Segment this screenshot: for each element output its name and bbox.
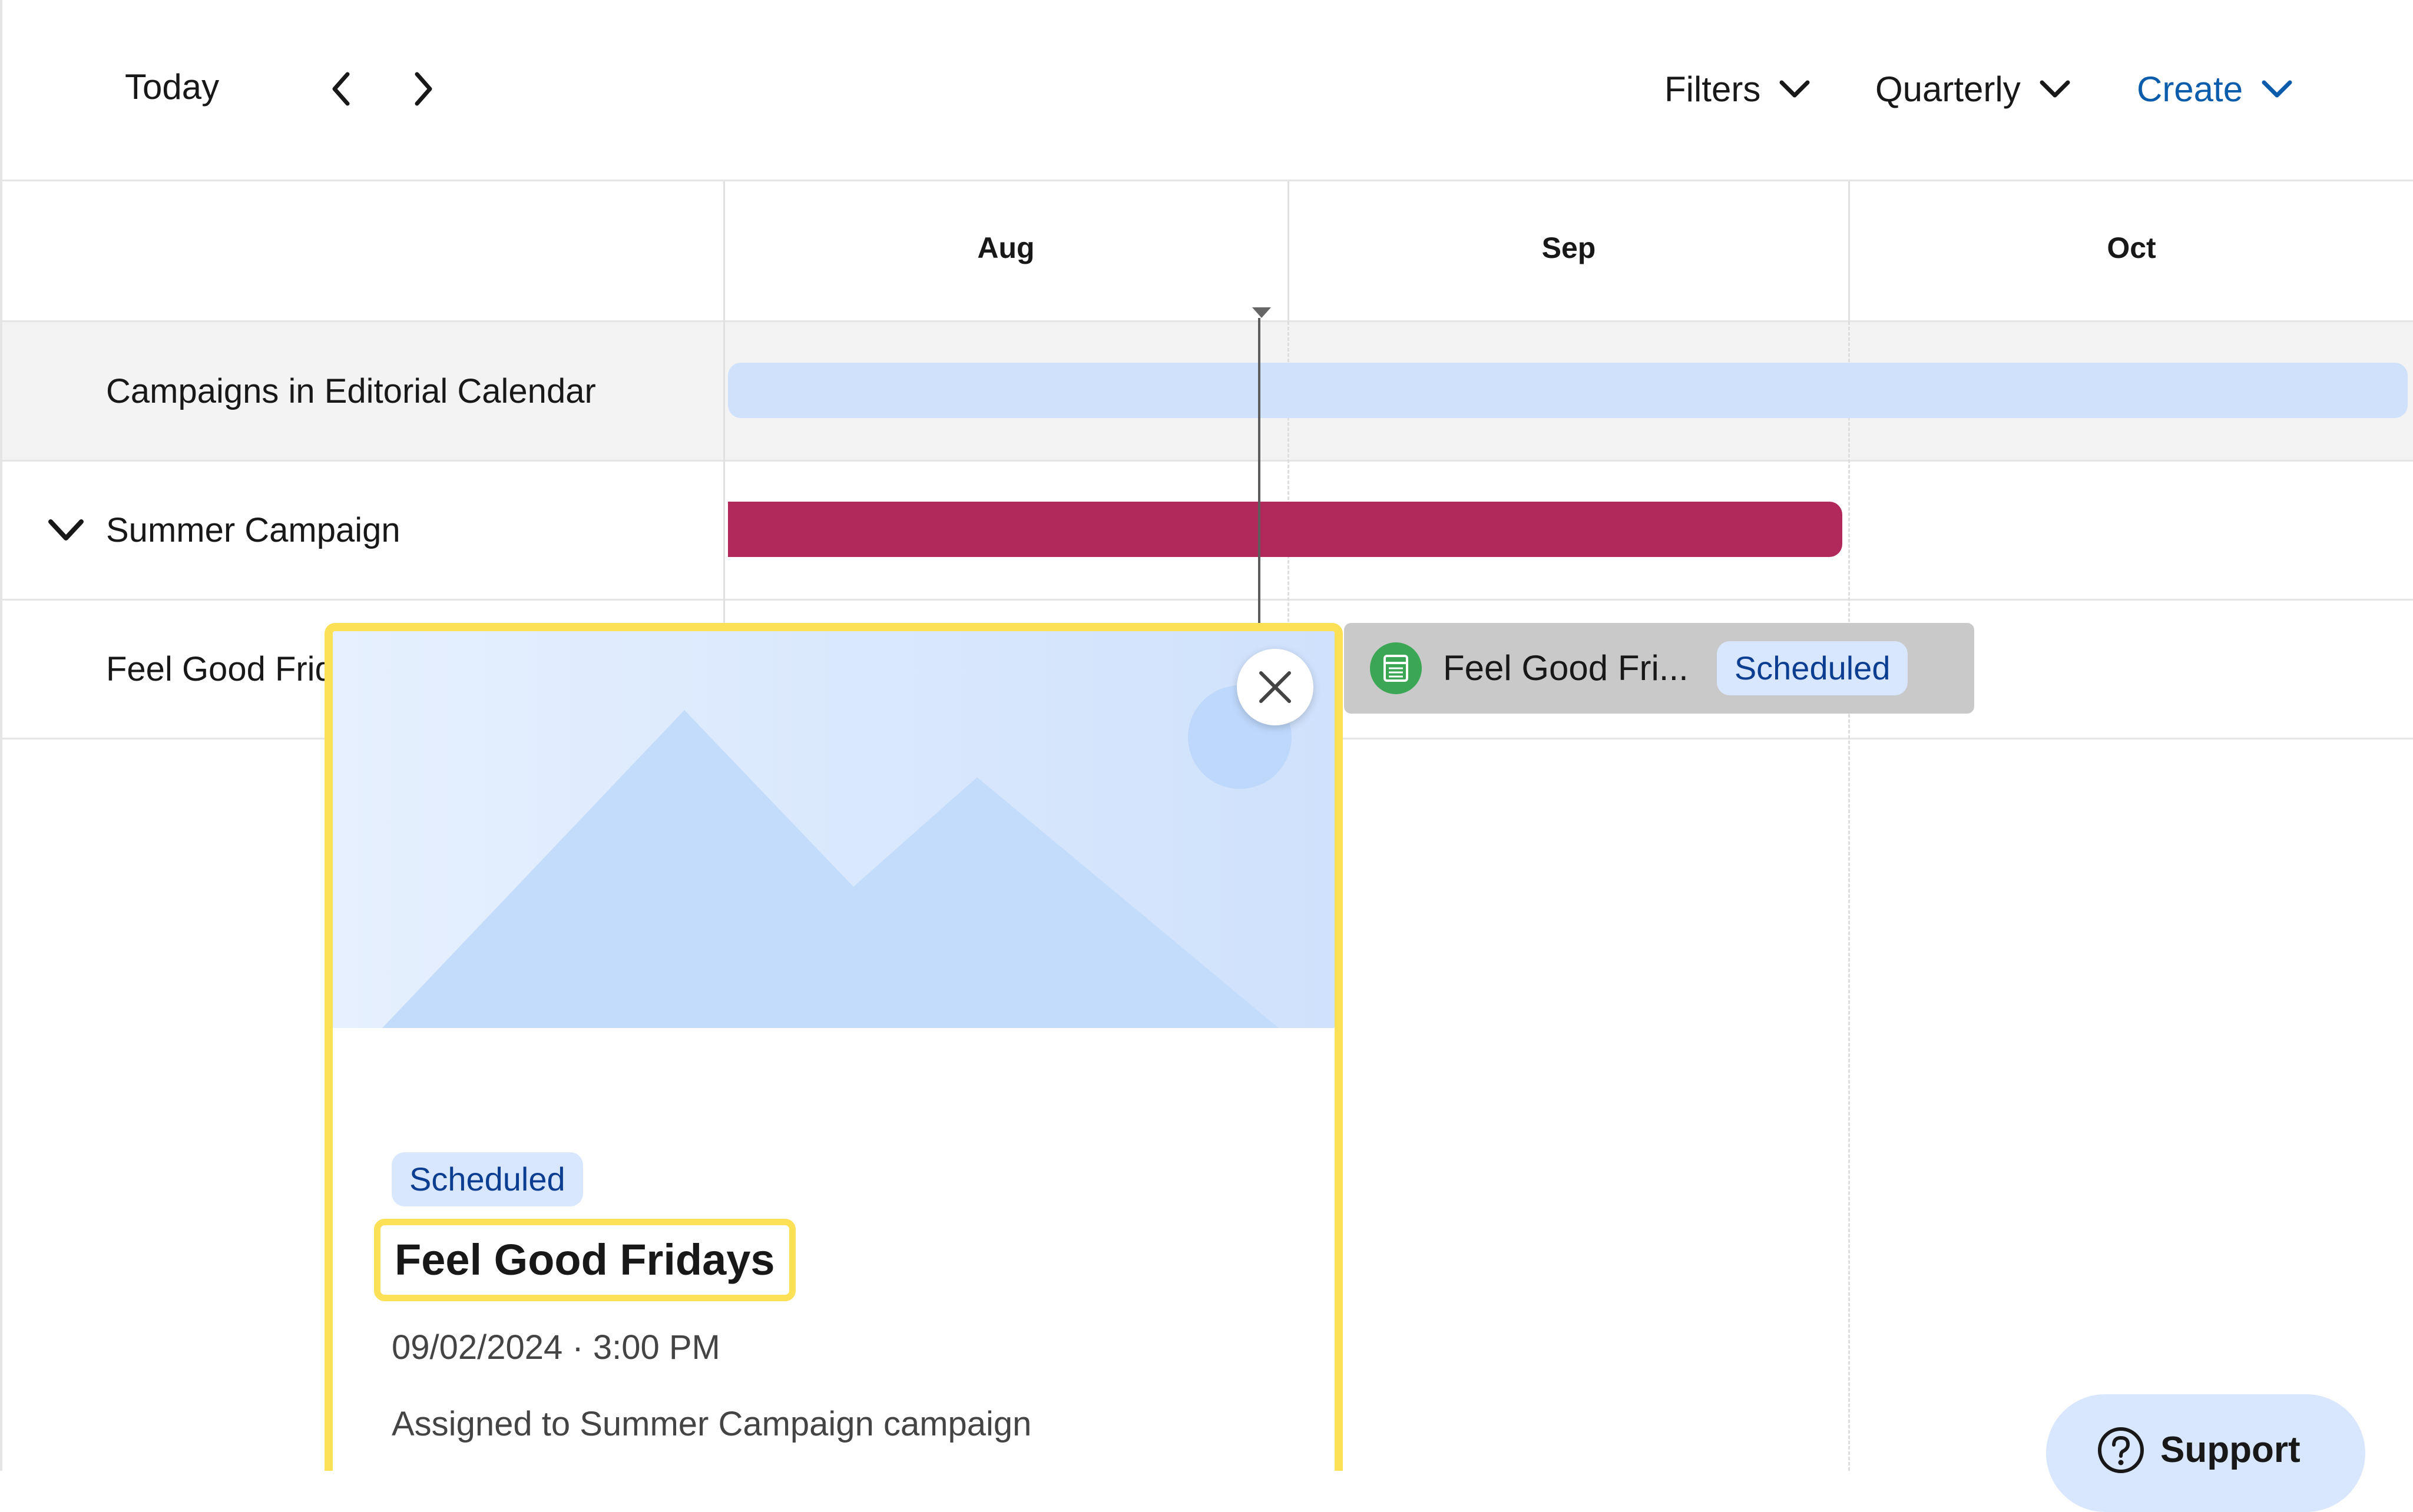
create-label: Create bbox=[2137, 69, 2243, 109]
campaigns-header-label: Campaigns in Editorial Calendar bbox=[106, 372, 596, 410]
previous-button[interactable] bbox=[327, 68, 357, 110]
placeholder-image bbox=[333, 631, 1335, 1028]
campaigns-calendar-bar[interactable] bbox=[728, 363, 2408, 418]
chevron-down-icon bbox=[2262, 80, 2292, 98]
divider bbox=[0, 599, 2413, 601]
month-header-aug: Aug bbox=[977, 231, 1035, 264]
support-button[interactable]: Support bbox=[2046, 1394, 2365, 1512]
create-dropdown[interactable]: Create bbox=[2137, 67, 2293, 112]
popover-status-badge: Scheduled bbox=[392, 1152, 583, 1206]
filters-label: Filters bbox=[1664, 69, 1761, 109]
image-placeholder-icon bbox=[333, 631, 1335, 1028]
month-header-oct: Oct bbox=[2107, 231, 2156, 264]
chevron-down-icon bbox=[48, 519, 84, 541]
divider bbox=[0, 460, 2413, 462]
month-gridline bbox=[1848, 321, 1850, 1471]
chevron-down-icon bbox=[1779, 80, 1810, 98]
summer-campaign-label[interactable]: Summer Campaign bbox=[106, 513, 400, 548]
popover-close-button[interactable] bbox=[1237, 649, 1313, 725]
today-button[interactable]: Today bbox=[125, 69, 219, 105]
spreadsheet-icon bbox=[1370, 642, 1422, 694]
today-line bbox=[1258, 318, 1260, 624]
month-header-sep: Sep bbox=[1541, 231, 1596, 264]
popover-datetime: 09/02/2024 · 3:00 PM bbox=[392, 1328, 720, 1367]
chevron-down-icon bbox=[2040, 80, 2070, 98]
summer-campaign-bar[interactable] bbox=[728, 502, 1842, 557]
filters-dropdown[interactable]: Filters bbox=[1664, 67, 1811, 112]
chevron-left-icon bbox=[332, 72, 350, 106]
event-chip-status-badge: Scheduled bbox=[1716, 641, 1908, 695]
event-chip-feel-good-fridays[interactable]: Feel Good Fri... Scheduled bbox=[1344, 623, 1974, 714]
today-marker bbox=[1250, 305, 1273, 321]
divider bbox=[0, 320, 2413, 322]
event-chip-title: Feel Good Fri... bbox=[1443, 648, 1689, 688]
question-icon bbox=[2098, 1427, 2144, 1473]
page-left-border bbox=[0, 0, 2, 1471]
next-button[interactable] bbox=[408, 68, 437, 110]
support-label: Support bbox=[2160, 1430, 2301, 1470]
popover-assignment: Assigned to Summer Campaign campaign bbox=[392, 1405, 1032, 1443]
chevron-right-icon bbox=[415, 72, 432, 106]
view-label: Quarterly bbox=[1875, 69, 2021, 109]
view-dropdown[interactable]: Quarterly bbox=[1875, 67, 2071, 112]
triangle-down-icon bbox=[1252, 307, 1271, 318]
popover-title-highlight: Feel Good Fridays bbox=[374, 1219, 796, 1301]
popover-title[interactable]: Feel Good Fridays bbox=[395, 1238, 775, 1282]
collapse-toggle[interactable] bbox=[47, 516, 85, 545]
close-icon bbox=[1259, 671, 1291, 703]
